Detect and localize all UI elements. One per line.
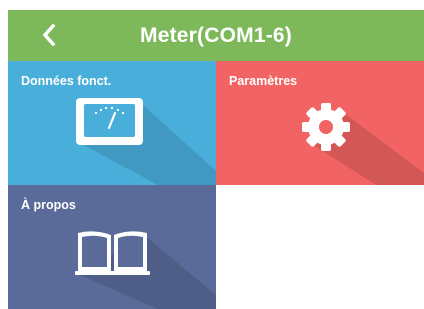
tile-about[interactable]: À propos <box>8 185 216 309</box>
tile-settings[interactable]: Paramètres <box>216 61 424 185</box>
tile-operating-data[interactable]: Données fonct. <box>8 61 216 185</box>
page-title: Meter(COM1-6) <box>140 23 292 47</box>
open-book-icon <box>75 231 216 309</box>
gear-icon <box>302 103 424 185</box>
app-header: Meter(COM1-6) <box>8 10 424 61</box>
status-strip <box>0 0 424 10</box>
empty-area <box>216 185 424 309</box>
meter-gauge-icon <box>76 98 216 185</box>
